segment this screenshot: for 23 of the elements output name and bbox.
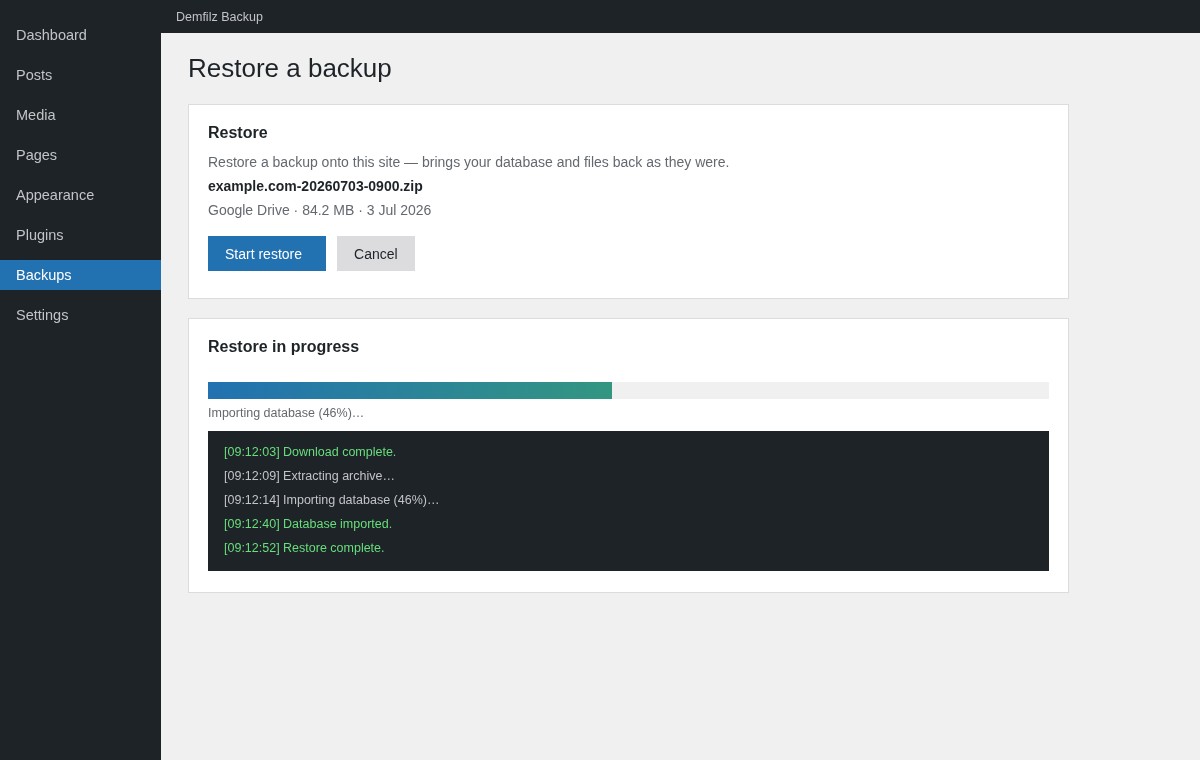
sidebar-item[interactable]: Media	[0, 100, 161, 130]
page-title: Restore a backup	[188, 52, 393, 85]
sidebar-item[interactable]: Backups	[0, 260, 161, 290]
sidebar-item[interactable]: Posts	[0, 60, 161, 90]
sidebar-item[interactable]: Dashboard	[0, 20, 161, 50]
sidebar-item[interactable]: Appearance	[0, 180, 161, 210]
log-line: [09:12:09] Extracting archive…	[224, 468, 396, 485]
description-text: Restore a backup onto this site — brings your database and files back as they were.	[208, 153, 731, 172]
file-meta: Google Drive · 84.2 MB · 3 Jul 2026	[208, 201, 433, 220]
log-line: [09:12:40] Database imported.	[224, 516, 394, 533]
sidebar-item[interactable]: Plugins	[0, 220, 161, 250]
file-name: example.com-20260703-0900.zip	[208, 177, 424, 196]
start-restore-button[interactable]: Start restore	[208, 236, 327, 271]
cancel-button[interactable]: Cancel	[337, 236, 415, 271]
sidebar-item[interactable]: Pages	[0, 140, 161, 170]
app-title: Demfilz Backup	[176, 9, 263, 24]
log-line: [09:12:52] Restore complete.	[224, 540, 386, 557]
card-title: Restore in progress	[208, 337, 361, 357]
log-line: [09:12:03] Download complete.	[224, 444, 398, 461]
card-title: Restore	[208, 123, 269, 143]
progress-caption: Importing database (46%)…	[208, 405, 366, 422]
sidebar-item[interactable]: Settings	[0, 300, 161, 330]
log-line: [09:12:14] Importing database (46%)…	[224, 492, 441, 509]
